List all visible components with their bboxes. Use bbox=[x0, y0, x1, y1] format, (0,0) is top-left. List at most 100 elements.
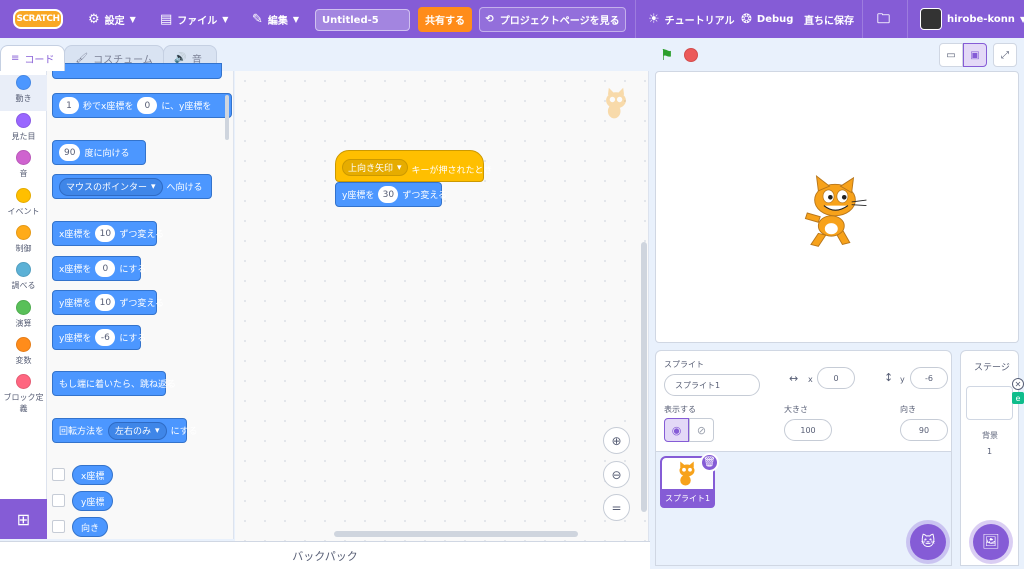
y-position-checkbox[interactable] bbox=[52, 494, 65, 507]
change-x-input[interactable]: 10 bbox=[95, 225, 116, 242]
block-text: もし端に着いたら、跳ね返る bbox=[59, 380, 177, 390]
extension-e-icon[interactable]: e bbox=[1012, 392, 1024, 404]
sprite-x-input[interactable]: 0 bbox=[817, 367, 855, 389]
glide-to-xy-block[interactable]: 1 秒でx座標を 0 に、y座標を bbox=[52, 93, 232, 118]
backpack-label: バックパック bbox=[292, 549, 358, 563]
category-variables[interactable]: 変数 bbox=[0, 337, 47, 366]
set-x-block[interactable]: x座標を 0 にする bbox=[52, 256, 146, 281]
category-operators[interactable]: 演算 bbox=[0, 300, 47, 329]
bounce-block[interactable]: もし端に着いたら、跳ね返る bbox=[52, 371, 176, 396]
sprite-name-input[interactable] bbox=[664, 374, 760, 396]
point-in-direction-block[interactable]: 90 度に向ける bbox=[52, 140, 146, 165]
close-icon[interactable]: ✕ bbox=[1012, 378, 1024, 390]
set-y-input[interactable]: -6 bbox=[95, 329, 116, 346]
tutorials-button[interactable]: ☀ チュートリアル bbox=[648, 0, 735, 38]
delete-sprite-button[interactable]: 🗑 bbox=[700, 453, 719, 472]
my-stuff-button[interactable]: 🗀 bbox=[877, 0, 890, 38]
settings-menu[interactable]: ⚙ 設定 ▼ bbox=[88, 0, 136, 38]
add-backdrop-button[interactable]: 🖼 bbox=[973, 524, 1009, 560]
file-menu[interactable]: ▤ ファイル ▼ bbox=[160, 0, 228, 38]
category-sound[interactable]: 音 bbox=[0, 150, 47, 179]
account-menu[interactable]: hirobe-konn ▼ bbox=[920, 0, 1024, 38]
zoom-in-button[interactable]: ⊕ bbox=[603, 427, 630, 454]
direction-reporter[interactable]: 向き bbox=[72, 517, 109, 537]
y-position-reporter[interactable]: y座標 bbox=[72, 491, 114, 511]
save-now-button[interactable]: 直ちに保存 bbox=[804, 0, 854, 38]
fullscreen-button[interactable]: ⤢ bbox=[993, 43, 1017, 67]
block-text: にする bbox=[170, 427, 198, 437]
stop-button[interactable] bbox=[684, 48, 698, 62]
workspace-vertical-scrollbar[interactable] bbox=[641, 242, 647, 512]
green-flag-button[interactable]: ⚑ bbox=[660, 46, 673, 64]
category-motion[interactable]: 動き bbox=[0, 75, 47, 111]
category-sensing[interactable]: 調べる bbox=[0, 262, 47, 291]
username-label: hirobe-konn bbox=[947, 13, 1015, 25]
category-looks[interactable]: 見た目 bbox=[0, 113, 47, 142]
when-key-pressed-block[interactable]: 上向き矢印 ▾ キーが押されたとき bbox=[335, 150, 493, 182]
category-label: 演算 bbox=[15, 319, 32, 328]
project-title-input[interactable] bbox=[315, 9, 410, 31]
hide-sprite-button[interactable]: ⊘ bbox=[689, 418, 714, 442]
add-extension-button[interactable]: ⊞ bbox=[0, 499, 47, 539]
direction-input[interactable]: 90 bbox=[59, 144, 81, 161]
backdrops-label: 背景 bbox=[982, 431, 998, 440]
workspace-horizontal-scrollbar[interactable] bbox=[334, 531, 578, 537]
direction-checkbox[interactable] bbox=[52, 520, 65, 533]
script-change-y-input[interactable]: 30 bbox=[378, 186, 399, 203]
palette-scrollbar[interactable] bbox=[225, 95, 229, 140]
block-text: へ向ける bbox=[166, 183, 203, 193]
change-y-block[interactable]: y座標を 10 ずつ変える bbox=[52, 290, 164, 315]
fullscreen-icon: ⤢ bbox=[1001, 49, 1009, 61]
edit-label: 編集 bbox=[267, 15, 288, 27]
tutorials-label: チュートリアル bbox=[664, 15, 735, 27]
point-towards-block[interactable]: マウスのポインター ▾ へ向ける bbox=[52, 174, 212, 199]
stage-thumbnail[interactable] bbox=[966, 386, 1013, 420]
x-position-checkbox[interactable] bbox=[52, 468, 65, 481]
dropdown-value: マウスのポインター bbox=[66, 183, 148, 193]
point-towards-dropdown[interactable]: マウスのポインター ▾ bbox=[59, 177, 163, 196]
set-rotation-style-block[interactable]: 回転方法を 左右のみ ▾ にする bbox=[52, 418, 198, 443]
small-stage-button[interactable]: ▭ bbox=[939, 43, 963, 67]
motion-dot bbox=[16, 75, 31, 90]
rotation-style-dropdown[interactable]: 左右のみ ▾ bbox=[108, 421, 167, 440]
vertical-arrows-icon: ↕ bbox=[884, 371, 894, 384]
sprite-direction-input[interactable]: 90 bbox=[900, 419, 948, 441]
chevron-down-icon: ▾ bbox=[151, 181, 156, 192]
key-dropdown[interactable]: 上向き矢印 ▾ bbox=[342, 159, 408, 176]
zoom-reset-button[interactable]: = bbox=[603, 494, 630, 521]
cat-sprite[interactable] bbox=[798, 174, 872, 252]
x-label: x bbox=[808, 375, 813, 384]
edit-menu[interactable]: ✎ 編集 ▼ bbox=[252, 0, 299, 38]
dropdown-value: 左右のみ bbox=[115, 427, 152, 437]
script-workspace[interactable] bbox=[235, 71, 649, 541]
lightbulb-icon: ☀ bbox=[648, 11, 660, 27]
change-y-input[interactable]: 10 bbox=[95, 294, 116, 311]
stage-title: ステージ bbox=[974, 363, 1010, 373]
set-x-input[interactable]: 0 bbox=[95, 260, 116, 277]
category-control[interactable]: 制御 bbox=[0, 225, 47, 254]
glide-random-block-partial[interactable] bbox=[52, 63, 222, 79]
project-page-button[interactable]: ⟲ プロジェクトページを見る bbox=[479, 7, 626, 32]
sprite-size-input[interactable]: 100 bbox=[784, 419, 832, 441]
share-button[interactable]: 共有する bbox=[418, 7, 472, 32]
script-change-y-block[interactable]: y座標を 30 ずつ変える bbox=[335, 182, 447, 207]
glide-secs-input[interactable]: 1 bbox=[59, 97, 79, 114]
x-position-reporter[interactable]: x座標 bbox=[72, 465, 114, 485]
backpack[interactable]: バックパック bbox=[0, 541, 650, 569]
sprite-watermark-icon bbox=[606, 87, 626, 119]
large-stage-button[interactable]: ▣ bbox=[963, 43, 987, 67]
tab-code[interactable]: ≡ コード bbox=[0, 45, 66, 71]
category-label: ブロック定義 bbox=[3, 393, 44, 413]
set-y-block[interactable]: y座標を -6 にする bbox=[52, 325, 146, 350]
debug-button[interactable]: ❂ Debug bbox=[741, 0, 793, 38]
zoom-out-button[interactable]: ⊖ bbox=[603, 461, 630, 488]
add-sprite-button[interactable]: 🐱 bbox=[910, 524, 946, 560]
sprite-y-input[interactable]: -6 bbox=[910, 367, 948, 389]
category-events[interactable]: イベント bbox=[0, 188, 47, 217]
category-my-blocks[interactable]: ブロック定義 bbox=[0, 374, 47, 414]
show-sprite-button[interactable]: ◉ bbox=[664, 418, 689, 442]
glide-x-input[interactable]: 0 bbox=[137, 97, 158, 114]
scratch-logo[interactable]: SCRATCH bbox=[13, 9, 63, 29]
category-label: イベント bbox=[7, 207, 40, 216]
change-x-block[interactable]: x座標を 10 ずつ変える bbox=[52, 221, 164, 246]
